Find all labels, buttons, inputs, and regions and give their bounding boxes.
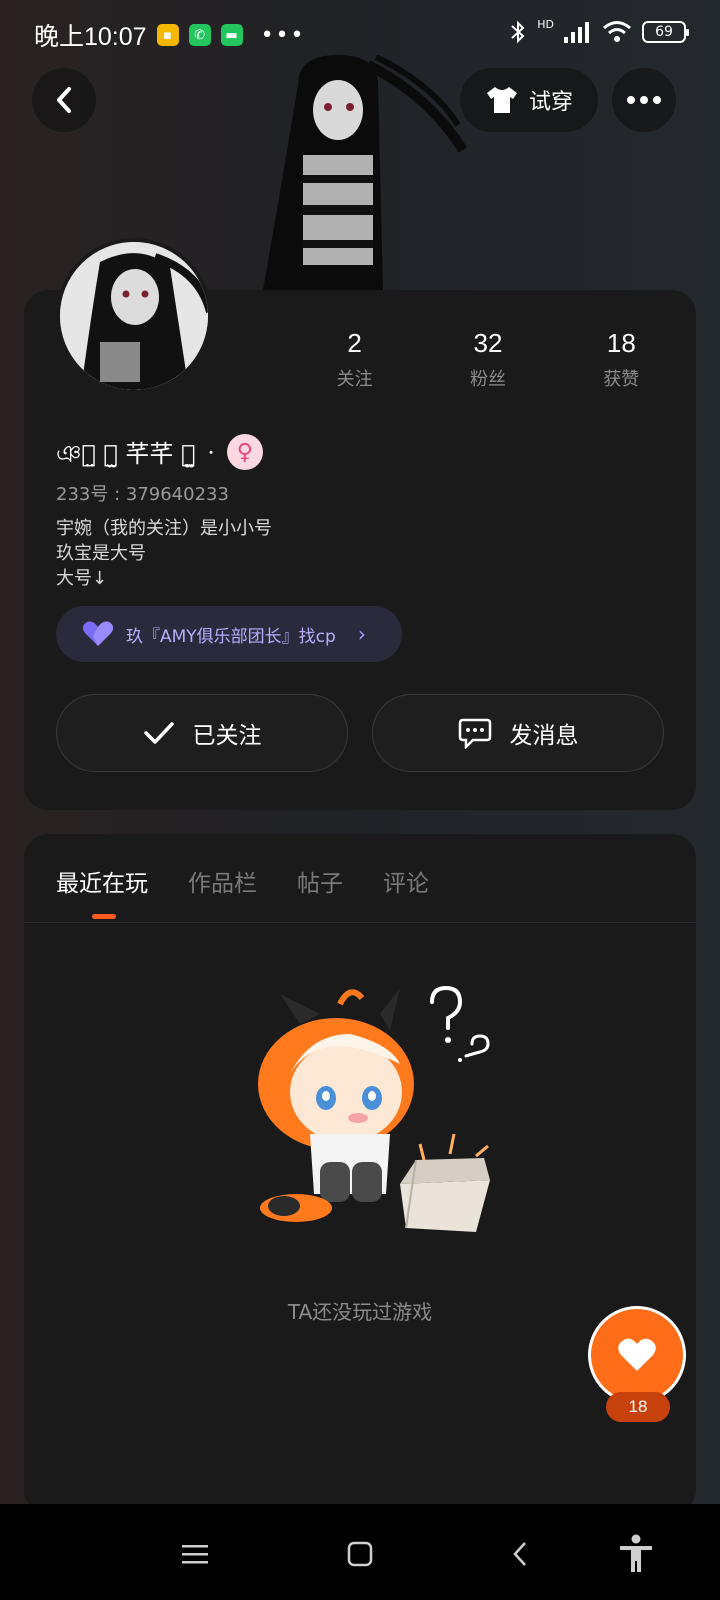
stat-value: 18 xyxy=(606,328,636,358)
heart-icon xyxy=(618,1338,656,1371)
bio: 宇婉（我的关注）是小小号 玖宝是大号 大号↓ xyxy=(56,516,272,591)
purple-heart-icon xyxy=(82,621,114,646)
more-icon xyxy=(627,96,661,104)
check-icon xyxy=(143,722,174,744)
like-count: 18 xyxy=(606,1392,670,1422)
gender-female-icon: ♀ xyxy=(226,434,263,470)
more-button[interactable] xyxy=(612,68,676,132)
nickname: ঞ᠂̤ ⃘̫ 芊芊 ⃘̫̤ ᠂ xyxy=(56,440,213,468)
tab-posts[interactable]: 帖子 xyxy=(297,864,343,898)
stat-label: 关注 xyxy=(336,369,373,390)
try-on-button[interactable]: 试穿 xyxy=(460,68,598,132)
cp-link[interactable]: 玖『AMY俱乐部团长』找cp › xyxy=(56,606,402,662)
chevron-right-icon: › xyxy=(357,622,366,646)
send-message-button[interactable]: 发消息 xyxy=(372,694,664,772)
wifi-icon xyxy=(603,21,631,42)
character-showcase xyxy=(258,54,468,290)
bio-line: 玖宝是大号 xyxy=(56,543,146,564)
battery-indicator: 69 xyxy=(642,21,689,43)
stat-label: 粉丝 xyxy=(469,369,506,390)
system-nav-bar xyxy=(0,1504,720,1600)
status-right: HD 69 xyxy=(509,17,689,44)
empty-state-text: TA还没玩过游戏 xyxy=(287,1300,433,1324)
avatar[interactable] xyxy=(56,238,212,394)
tab-works[interactable]: 作品栏 xyxy=(188,864,257,898)
accessibility-icon[interactable] xyxy=(616,1534,656,1574)
try-on-label: 试穿 xyxy=(528,90,573,115)
following-button[interactable]: 已关注 xyxy=(56,694,348,772)
shirt-icon xyxy=(486,87,517,113)
back-button[interactable] xyxy=(32,68,96,132)
stat-likes[interactable]: 18 获赞 xyxy=(555,328,688,391)
signal-icon xyxy=(564,22,589,43)
profile-stats: 2 关注 32 粉丝 18 获赞 xyxy=(288,328,688,391)
tab-recently-played[interactable]: 最近在玩 xyxy=(56,864,148,898)
bio-line: 宇婉（我的关注）是小小号 xyxy=(56,518,272,539)
send-message-label: 发消息 xyxy=(509,723,579,749)
message-icon xyxy=(458,718,491,749)
empty-state-illustration xyxy=(240,984,500,1244)
user-id: 233号 : 379640233 xyxy=(56,484,229,505)
stat-value: 2 xyxy=(347,328,362,358)
back-icon xyxy=(57,87,71,113)
bluetooth-icon xyxy=(511,20,525,44)
stat-following[interactable]: 2 关注 xyxy=(288,328,421,391)
nav-back-icon[interactable] xyxy=(500,1534,540,1574)
status-more-dots: ••• xyxy=(260,22,306,48)
bio-line: 大号↓ xyxy=(56,568,108,589)
home-icon[interactable] xyxy=(340,1534,380,1574)
divider xyxy=(24,922,696,923)
content-card: 最近在玩 作品栏 帖子 评论 TA还没玩过游戏 xyxy=(24,834,696,1514)
tab-comments[interactable]: 评论 xyxy=(383,864,429,898)
status-time: 晚上10:07 xyxy=(34,23,147,51)
tab-bar: 最近在玩 作品栏 帖子 评论 xyxy=(56,864,429,898)
phone-icon: ✆ xyxy=(188,24,211,46)
messages-icon: ▬ xyxy=(220,24,243,46)
nickname-row: ঞ᠂̤ ⃘̫ 芊芊 ⃘̫̤ ᠂ ♀ xyxy=(56,428,263,476)
following-label: 已关注 xyxy=(192,723,262,749)
tab-indicator xyxy=(92,914,116,919)
menu-icon[interactable] xyxy=(175,1534,215,1574)
network-type: HD xyxy=(537,17,554,31)
stat-value: 32 xyxy=(473,328,503,358)
like-button[interactable] xyxy=(588,1306,686,1404)
stat-label: 获赞 xyxy=(603,369,640,390)
notification-app-icon: ▪ xyxy=(156,24,179,46)
stat-fans[interactable]: 32 粉丝 xyxy=(421,328,554,391)
cp-text: 玖『AMY俱乐部团长』找cp xyxy=(126,626,336,647)
